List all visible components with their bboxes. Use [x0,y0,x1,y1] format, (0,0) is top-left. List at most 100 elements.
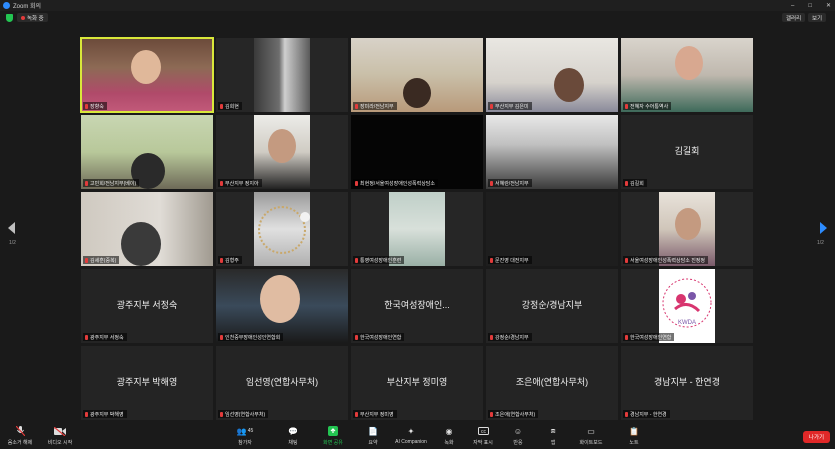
participant-name-tag: 한국여성장애인연합 [623,333,675,341]
video-tile[interactable]: 장향숙 [80,37,214,113]
mic-muted-icon [490,180,493,186]
leave-button[interactable]: 나가기 [803,431,830,443]
participant-face [131,50,161,84]
participant-name-tag: 김희현 [218,102,242,110]
mic-muted-icon [625,180,628,186]
apps-button[interactable]: ⧈ 앱 [533,426,573,446]
video-tile[interactable]: 경남지부 - 한연경 경남지부 - 한연경 [621,346,753,420]
video-tile[interactable]: 김희현 [216,38,348,112]
video-tile[interactable]: 김세훈(중복) [81,192,213,266]
participant-name-tag: 광주지부 박해영 [83,410,127,418]
ai-companion-icon: ✦ [407,426,415,436]
maximize-button[interactable]: □ [808,3,812,9]
video-tile[interactable]: 임선영(연합사무처) 임선영(연합사무처) [216,346,348,420]
participant-name-tag: 조은애(연합사무처) [488,410,539,418]
participant-display-name: 경남지부 - 한연경 [654,377,720,388]
mic-muted-icon [220,180,223,186]
participant-face [675,46,703,80]
video-tile[interactable]: 광주지부 박해영 광주지부 박해영 [81,346,213,420]
share-screen-icon [328,426,338,436]
participant-name-tag: 경남지부 - 한연경 [623,410,670,418]
reactions-button[interactable]: ☺ 반응 [498,426,538,447]
mic-muted-icon [85,411,88,417]
necklace-object [258,206,306,254]
recording-indicator[interactable]: 녹화 중 [17,13,48,22]
participant-name-tag: 전혜자 수어통역사 [623,102,672,110]
video-tile[interactable]: 최현정/서울여성장애인성폭력상담소 [351,115,483,189]
chat-button[interactable]: 💬 채팅 [273,426,313,447]
mic-muted-icon [490,411,493,417]
close-button[interactable]: ✕ [826,2,831,9]
notes-icon: 📋 [629,426,639,436]
svg-text:cc: cc [481,429,487,435]
share-screen-button[interactable]: 화면 공유 [313,426,353,446]
mic-muted-icon [625,257,628,263]
participant-display-name: 광주지부 서정숙 [116,300,178,311]
minimize-button[interactable]: – [791,3,794,9]
meeting-info-bar: 녹화 중 갤러리 보기 [0,11,835,25]
participant-name-tag: 문진영 대전지부 [488,256,532,264]
mic-muted-icon [85,257,88,263]
notes-button[interactable]: 📋 노트 [614,426,654,447]
video-tile[interactable]: 장미라/전남지부 [351,38,483,112]
video-tile[interactable]: 강정순/경남지부 강정순/경남지부 [486,269,618,343]
participant-display-name: 조은애(연합사무처) [515,377,589,388]
participants-icon: 👥 45 [236,426,254,436]
video-tile[interactable]: 서혜란/전남지부 [486,115,618,189]
record-dot-icon [21,15,25,20]
participant-name-tag: 강정순/경남지부 [488,333,532,341]
zoom-logo-icon [3,2,10,9]
video-tile[interactable]: 전혜자 수어통역사 [621,38,753,112]
video-tile[interactable]: 부산지부 정미영 부산지부 정미영 [351,346,483,420]
participant-name-tag: 김길회 [623,179,647,187]
video-tile[interactable]: 통영여성장애인훈련 [351,192,483,266]
video-tile[interactable]: 부산지부 김은미 [486,38,618,112]
video-tile[interactable]: 한국여성장애인... 한국여성장애인연합 [351,269,483,343]
previous-page-arrow-icon[interactable] [8,222,15,234]
next-page-arrow-icon[interactable] [820,222,827,234]
logo-image: KWDA [659,269,715,343]
view-button[interactable]: 보기 [808,13,827,22]
video-tile[interactable]: 고민희/전남지부(베이) [81,115,213,189]
mic-muted-icon [355,180,358,186]
video-tile[interactable]: 광주지부 서정숙 광주지부 서정숙 [81,269,213,343]
participant-name-tag: 광주지부 서정숙 [83,333,127,341]
video-tile[interactable]: 김길회 김길회 [621,115,753,189]
participant-display-name: 강정순/경남지부 [521,300,583,311]
captions-icon: cc [477,426,489,436]
whiteboard-button[interactable]: ▭ 화이트보드 [571,426,611,447]
reactions-icon: ☺ [513,426,523,436]
video-tile[interactable]: 인천중부장애인성인연합회 [216,269,348,343]
ai-companion-button[interactable]: ✦ AI Companion [391,426,431,446]
security-shield-icon[interactable] [6,14,13,22]
participant-display-name: 한국여성장애인... [384,300,450,311]
video-tile[interactable]: 부산지부 정지아 [216,115,348,189]
participant-face [121,222,161,266]
unmute-button[interactable]: 음소거 해제 [0,426,40,446]
video-tile[interactable]: 김형주 [216,192,348,266]
video-tile[interactable]: KWDA 한국여성장애인연합 [621,269,753,343]
participant-name-tag: 인천중부장애인성인연합회 [218,333,284,341]
participant-name-tag: 서혜란/전남지부 [488,179,532,187]
video-tile[interactable]: 문진영 대전지부 [486,192,618,266]
video-tile[interactable]: 조은애(연합사무처) 조은애(연합사무처) [486,346,618,420]
video-tile[interactable]: 서울여성장애인성폭력상담소 진정정 [621,192,753,266]
participant-name-tag: 한국여성장애인연합 [353,333,405,341]
video-feed [254,38,310,112]
start-video-button[interactable]: 비디오 시작 [40,426,80,446]
participant-face [268,129,296,163]
record-icon: ◉ [445,426,453,436]
mic-muted-icon [355,257,358,263]
participant-name-tag: 최현정/서울여성장애인성폭력상담소 [353,179,438,187]
fullscreen-button[interactable]: 갤러리 [782,13,806,22]
mic-muted-icon [220,103,223,109]
participant-name-tag: 장미라/전남지부 [353,102,397,110]
summary-button[interactable]: 📄 요약 [353,426,393,447]
mic-muted-icon [355,411,358,417]
mic-muted-icon [85,103,88,109]
window-controls: – □ ✕ [791,0,831,11]
captions-button[interactable]: cc 자막 표시 [463,426,503,446]
participant-face [554,68,584,102]
participants-button[interactable]: 👥 45 참가자 [225,426,265,447]
mic-muted-icon [490,103,493,109]
